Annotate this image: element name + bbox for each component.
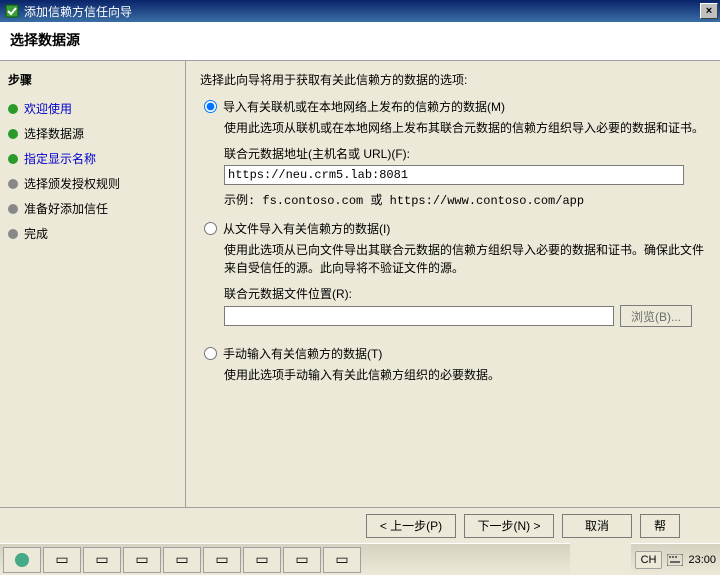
- help-button[interactable]: 帮: [640, 514, 680, 538]
- step-display-name[interactable]: 指定显示名称: [8, 146, 177, 171]
- taskbar-item[interactable]: ▭: [283, 547, 321, 573]
- close-button[interactable]: ×: [700, 3, 718, 19]
- bullet-icon: [8, 229, 18, 239]
- taskbar-item[interactable]: ▭: [123, 547, 161, 573]
- previous-button[interactable]: < 上一步(P): [366, 514, 456, 538]
- step-label: 指定显示名称: [24, 150, 96, 167]
- metadata-file-input[interactable]: [224, 306, 614, 326]
- next-button[interactable]: 下一步(N) >: [464, 514, 554, 538]
- window-title: 添加信赖方信任向导: [24, 3, 700, 20]
- taskbar: ▭ ▭ ▭ ▭ ▭ ▭ ▭ ▭: [0, 543, 570, 575]
- option-file-import[interactable]: 从文件导入有关信赖方的数据(I): [204, 220, 706, 237]
- option-manual[interactable]: 手动输入有关信赖方的数据(T): [204, 345, 706, 362]
- bullet-icon: [8, 154, 18, 164]
- intro-text: 选择此向导将用于获取有关此信赖方的数据的选项:: [200, 71, 706, 88]
- bullet-icon: [8, 104, 18, 114]
- taskbar-item[interactable]: ▭: [203, 547, 241, 573]
- titlebar: 添加信赖方信任向导 ×: [0, 0, 720, 22]
- start-button[interactable]: [3, 547, 41, 573]
- metadata-url-hint: 示例: fs.contoso.com 或 https://www.contoso…: [224, 191, 706, 208]
- option-online-metadata[interactable]: 导入有关联机或在本地网络上发布的信赖方的数据(M): [204, 98, 706, 115]
- keyboard-icon[interactable]: [666, 551, 684, 569]
- taskbar-item[interactable]: ▭: [83, 547, 121, 573]
- page-title: 选择数据源: [10, 30, 710, 50]
- wizard-header: 选择数据源: [0, 22, 720, 61]
- app-icon: [4, 3, 20, 19]
- cancel-button[interactable]: 取消: [562, 514, 632, 538]
- step-select-data-source[interactable]: 选择数据源: [8, 121, 177, 146]
- taskbar-item[interactable]: ▭: [43, 547, 81, 573]
- radio-online-label[interactable]: 导入有关联机或在本地网络上发布的信赖方的数据(M): [223, 98, 505, 115]
- radio-file-label[interactable]: 从文件导入有关信赖方的数据(I): [223, 220, 390, 237]
- radio-file[interactable]: [204, 222, 217, 235]
- step-label: 选择数据源: [24, 125, 84, 142]
- step-label: 欢迎使用: [24, 100, 72, 117]
- bullet-icon: [8, 129, 18, 139]
- step-welcome[interactable]: 欢迎使用: [8, 96, 177, 121]
- step-finish: 完成: [8, 221, 177, 246]
- step-label: 准备好添加信任: [24, 200, 108, 217]
- step-label: 选择颁发授权规则: [24, 175, 120, 192]
- close-icon: ×: [706, 5, 712, 17]
- bullet-icon: [8, 204, 18, 214]
- step-auth-rules: 选择颁发授权规则: [8, 171, 177, 196]
- metadata-url-input[interactable]: [224, 165, 684, 185]
- option-file-desc: 使用此选项从已向文件导出其联合元数据的信赖方组织导入必要的数据和证书。确保此文件…: [224, 241, 706, 277]
- steps-sidebar: 步骤 欢迎使用 选择数据源 指定显示名称 选择颁发授权规则 准备好添加信任 完成: [0, 61, 186, 541]
- taskbar-item[interactable]: ▭: [243, 547, 281, 573]
- browse-button[interactable]: 浏览(B)...: [620, 305, 692, 327]
- step-ready: 准备好添加信任: [8, 196, 177, 221]
- windows-icon: [14, 552, 30, 568]
- taskbar-item[interactable]: ▭: [163, 547, 201, 573]
- radio-online[interactable]: [204, 100, 217, 113]
- option-online-desc: 使用此选项从联机或在本地网络上发布其联合元数据的信赖方组织导入必要的数据和证书。: [224, 119, 706, 137]
- metadata-url-label: 联合元数据地址(主机名或 URL)(F):: [224, 145, 706, 162]
- steps-heading: 步骤: [8, 71, 177, 88]
- bullet-icon: [8, 179, 18, 189]
- step-label: 完成: [24, 225, 48, 242]
- taskbar-item[interactable]: ▭: [323, 547, 361, 573]
- option-manual-desc: 使用此选项手动输入有关此信赖方组织的必要数据。: [224, 366, 706, 384]
- tray-clock[interactable]: 23:00: [688, 554, 716, 566]
- radio-manual[interactable]: [204, 347, 217, 360]
- radio-manual-label[interactable]: 手动输入有关信赖方的数据(T): [223, 345, 382, 362]
- main-panel: 选择此向导将用于获取有关此信赖方的数据的选项: 导入有关联机或在本地网络上发布的…: [186, 61, 720, 541]
- ime-indicator[interactable]: CH: [635, 551, 663, 569]
- system-tray: CH 23:00: [631, 543, 720, 575]
- metadata-file-label: 联合元数据文件位置(R):: [224, 285, 706, 302]
- wizard-button-bar: < 上一步(P) 下一步(N) > 取消 帮: [0, 507, 720, 543]
- wizard-body: 步骤 欢迎使用 选择数据源 指定显示名称 选择颁发授权规则 准备好添加信任 完成…: [0, 61, 720, 541]
